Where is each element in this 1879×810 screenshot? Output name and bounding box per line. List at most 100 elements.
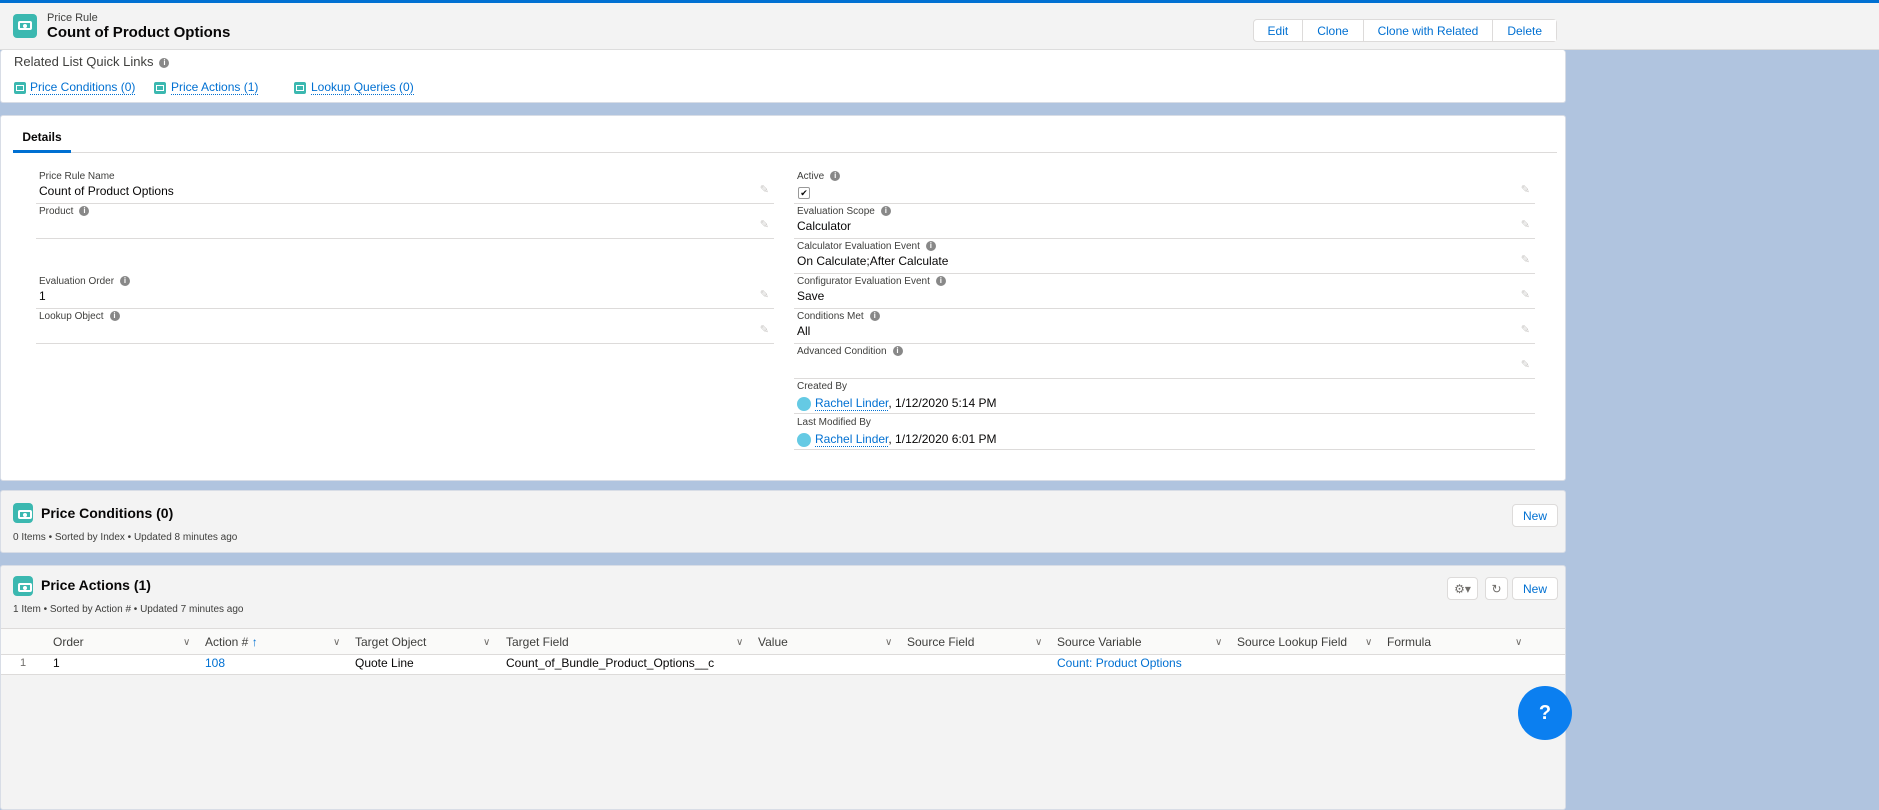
- chevron-down-icon[interactable]: ∨: [1365, 629, 1372, 656]
- chevron-down-icon[interactable]: ∨: [736, 629, 743, 656]
- cell-target-object: Quote Line: [355, 656, 414, 670]
- field-label: Calculator Evaluation Event i: [797, 241, 936, 252]
- field-value: On Calculate;After Calculate: [797, 254, 949, 268]
- info-icon: i: [830, 171, 841, 182]
- table-row: 1 1 108 Quote Line Count_of_Bundle_Produ…: [1, 655, 1565, 675]
- record-header: Price Rule Count of Product Options Edit…: [0, 3, 1879, 50]
- edit-pencil-icon[interactable]: ✎: [760, 288, 769, 301]
- user-avatar-icon: [797, 396, 811, 411]
- field-label-text: Evaluation Order: [39, 276, 115, 287]
- field-advanced-condition: Advanced Condition i ✎: [794, 344, 1535, 379]
- active-checkbox: ✔: [798, 187, 810, 199]
- field-last-modified-by: Last Modified By Rachel Linder, 1/12/2020…: [794, 415, 1535, 450]
- field-label: Configurator Evaluation Event i: [797, 276, 946, 287]
- cell-action-link[interactable]: 108: [205, 655, 225, 672]
- user-avatar-icon: [797, 432, 811, 447]
- field-product: Product i ✎: [36, 204, 774, 239]
- created-by-user-link[interactable]: Rachel Linder: [815, 396, 889, 411]
- cell-source-variable-link[interactable]: Count: Product Options: [1057, 655, 1182, 672]
- column-header-target-field[interactable]: Target Field: [506, 629, 569, 656]
- field-value: Count of Product Options: [39, 184, 174, 198]
- price-actions-related-list: Price Actions (1) 1 Item • Sorted by Act…: [0, 565, 1566, 810]
- edit-pencil-icon[interactable]: ✎: [1521, 288, 1530, 301]
- lookup-queries-icon: [294, 82, 306, 94]
- field-price-rule-name: Price Rule Name Count of Product Options ✎: [36, 169, 774, 204]
- field-value: Save: [797, 289, 825, 303]
- column-header-order[interactable]: Order: [53, 629, 84, 656]
- chevron-down-icon[interactable]: ∨: [1215, 629, 1222, 656]
- edit-pencil-icon[interactable]: ✎: [760, 323, 769, 336]
- modified-by-user-link[interactable]: Rachel Linder: [815, 432, 889, 447]
- info-icon: i: [79, 206, 90, 217]
- info-icon: i: [892, 346, 903, 357]
- clone-with-related-button[interactable]: Clone with Related: [1362, 20, 1493, 41]
- column-header-source-variable[interactable]: Source Variable: [1057, 629, 1142, 656]
- field-evaluation-order: Evaluation Order i 1 ✎: [36, 274, 774, 309]
- cell-order: 1: [53, 656, 60, 670]
- details-card: Details Price Rule Name Count of Product …: [0, 115, 1566, 481]
- edit-pencil-icon[interactable]: ✎: [1521, 183, 1530, 196]
- price-actions-title[interactable]: Price Actions (1): [41, 577, 151, 593]
- object-type: Price Rule: [47, 12, 98, 24]
- quick-link-price-conditions[interactable]: Price Conditions (0): [30, 80, 136, 95]
- chevron-down-icon[interactable]: ∨: [483, 629, 490, 656]
- record-actions: Edit Clone Clone with Related Delete: [1252, 19, 1557, 42]
- info-icon: i: [880, 206, 891, 217]
- new-price-condition-button[interactable]: New: [1512, 504, 1558, 527]
- field-label-text: Product: [39, 206, 74, 217]
- field-label-text: Active: [797, 171, 825, 182]
- field-label: Evaluation Scope i: [797, 206, 891, 217]
- field-created-by: Created By Rachel Linder, 1/12/2020 5:14 …: [794, 379, 1535, 414]
- cell-target-field: Count_of_Bundle_Product_Options__c: [506, 656, 715, 670]
- chevron-down-icon[interactable]: ∨: [333, 629, 340, 656]
- delete-button[interactable]: Delete: [1492, 20, 1556, 41]
- column-header-value[interactable]: Value: [758, 629, 788, 656]
- field-lookup-object: Lookup Object i ✎: [36, 309, 774, 344]
- field-label: Advanced Condition i: [797, 346, 903, 357]
- chevron-down-icon[interactable]: ∨: [183, 629, 190, 656]
- field-label: Product i: [39, 206, 90, 217]
- field-label: Conditions Met i: [797, 311, 880, 322]
- edit-pencil-icon[interactable]: ✎: [1521, 323, 1530, 336]
- field-label-text: Conditions Met: [797, 311, 864, 322]
- price-conditions-title[interactable]: Price Conditions (0): [41, 505, 173, 521]
- tab-details[interactable]: Details: [13, 130, 71, 153]
- column-header-source-field[interactable]: Source Field: [907, 629, 974, 656]
- chevron-down-icon[interactable]: ∨: [1035, 629, 1042, 656]
- column-header-source-lookup-field[interactable]: Source Lookup Field: [1237, 629, 1347, 656]
- refresh-icon[interactable]: ↻: [1485, 577, 1508, 600]
- page-title: Count of Product Options: [47, 24, 231, 41]
- edit-button[interactable]: Edit: [1253, 20, 1303, 41]
- new-price-action-button[interactable]: New: [1512, 577, 1558, 600]
- quick-link-lookup-queries[interactable]: Lookup Queries (0): [311, 80, 414, 95]
- edit-pencil-icon[interactable]: ✎: [760, 218, 769, 231]
- list-settings-gear-icon[interactable]: ⚙▾: [1447, 577, 1478, 600]
- column-header-formula[interactable]: Formula: [1387, 629, 1431, 656]
- quick-links-title: Related List Quick Links i: [14, 54, 170, 69]
- field-value: Calculator: [797, 219, 852, 233]
- price-actions-meta: 1 Item • Sorted by Action # • Updated 7 …: [13, 604, 244, 615]
- info-icon: i: [935, 276, 946, 287]
- edit-pencil-icon[interactable]: ✎: [1521, 218, 1530, 231]
- field-label: Lookup Object i: [39, 311, 120, 322]
- field-label: Evaluation Order i: [39, 276, 131, 287]
- column-header-action[interactable]: Action # ↑: [205, 629, 258, 656]
- field-value: Rachel Linder, 1/12/2020 5:14 PM: [797, 396, 996, 411]
- quick-link-price-actions[interactable]: Price Actions (1): [171, 80, 259, 95]
- edit-pencil-icon[interactable]: ✎: [1521, 358, 1530, 371]
- column-header-action-text: Action #: [205, 635, 249, 649]
- column-header-target-object[interactable]: Target Object: [355, 629, 426, 656]
- clone-button[interactable]: Clone: [1302, 20, 1363, 41]
- edit-pencil-icon[interactable]: ✎: [760, 183, 769, 196]
- price-actions-icon: [154, 82, 166, 94]
- chevron-down-icon[interactable]: ∨: [885, 629, 892, 656]
- field-label-text: Lookup Object: [39, 311, 104, 322]
- field-calculator-evaluation-event: Calculator Evaluation Event i On Calculate…: [794, 239, 1535, 274]
- field-value: Rachel Linder, 1/12/2020 6:01 PM: [797, 432, 996, 447]
- help-button[interactable]: ?: [1518, 686, 1572, 740]
- field-conditions-met: Conditions Met i All ✎: [794, 309, 1535, 344]
- price-conditions-icon: [14, 82, 26, 94]
- edit-pencil-icon[interactable]: ✎: [1521, 253, 1530, 266]
- field-label-text: Calculator Evaluation Event: [797, 241, 920, 252]
- chevron-down-icon[interactable]: ∨: [1515, 629, 1522, 656]
